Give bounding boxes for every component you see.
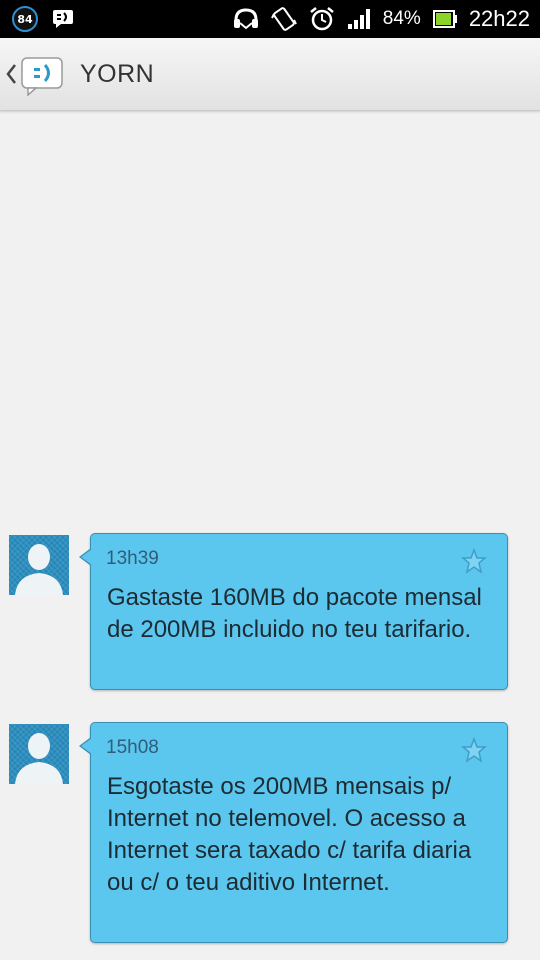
status-time: 22h22: [468, 6, 530, 31]
battery-percent: 84%: [382, 8, 421, 29]
contact-name: YORN: [80, 60, 155, 88]
status-bar-left: 84: [12, 6, 74, 32]
star-icon[interactable]: [461, 737, 487, 763]
status-bar-right: 84% 22h22: [233, 0, 530, 38]
message-bubble[interactable]: 13h39 Gastaste 160MB do pacote mensal de…: [79, 533, 508, 690]
message-time: 15h08: [106, 737, 159, 758]
message-item[interactable]: 15h08 Esgotaste os 200MB mensais p/ Inte…: [0, 722, 540, 944]
notification-count-icon: 84: [12, 6, 38, 32]
person-silhouette-icon: [15, 544, 63, 595]
messaging-app-icon[interactable]: [20, 56, 66, 96]
status-bar: 84 84% 22h22: [0, 0, 540, 38]
message-time: 13h39: [106, 548, 159, 569]
conversation-header: YORN: [0, 38, 540, 111]
avatar[interactable]: [9, 724, 69, 784]
battery-icon: [432, 10, 457, 28]
headset-icon: [233, 8, 258, 30]
message-text: Gastaste 160MB do pacote mensal de 200MB…: [107, 584, 482, 643]
person-silhouette-icon: [15, 733, 63, 784]
message-bubble[interactable]: 15h08 Esgotaste os 200MB mensais p/ Inte…: [79, 722, 508, 943]
message-item[interactable]: 13h39 Gastaste 160MB do pacote mensal de…: [0, 533, 540, 690]
avatar[interactable]: [9, 535, 69, 595]
back-chevron-icon[interactable]: [4, 60, 18, 88]
alarm-icon: [310, 7, 334, 31]
message-icon: [53, 10, 73, 28]
message-text: Esgotaste os 200MB mensais p/ Internet n…: [107, 773, 472, 896]
star-icon[interactable]: [461, 548, 487, 574]
vibrate-icon: [270, 7, 297, 31]
signal-icon: [347, 9, 370, 29]
